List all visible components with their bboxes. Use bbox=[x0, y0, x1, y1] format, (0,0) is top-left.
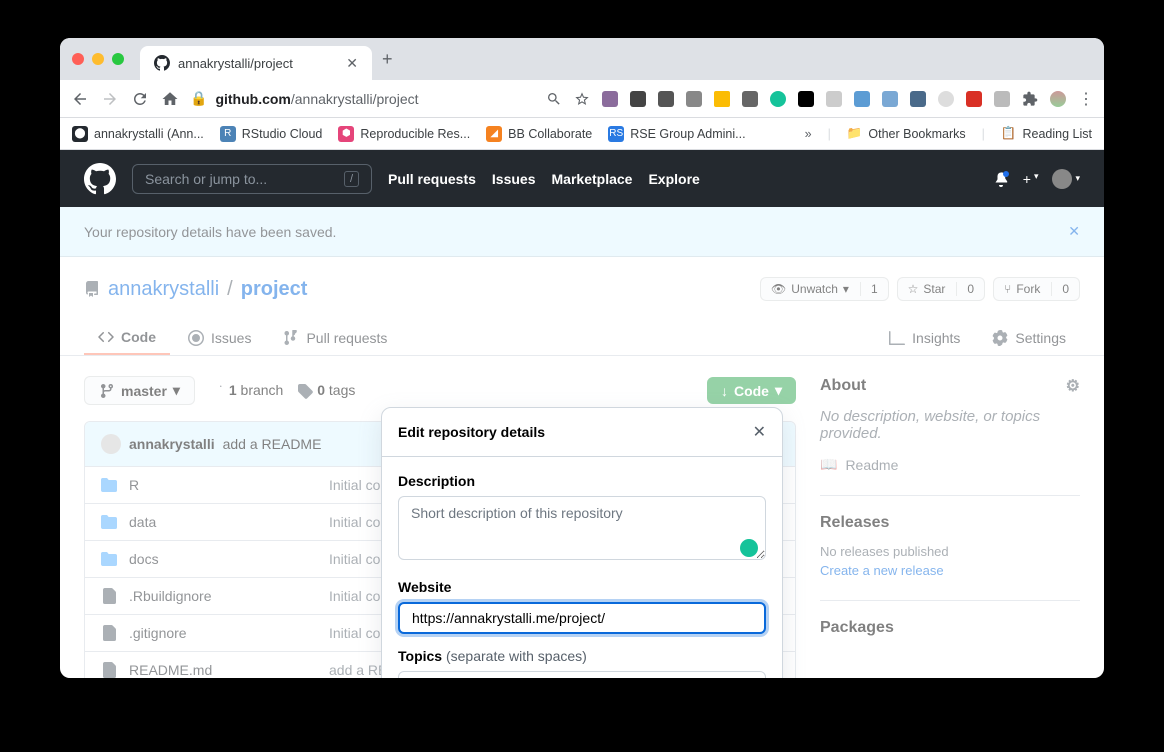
other-bookmarks[interactable]: 📁Other Bookmarks bbox=[847, 126, 966, 141]
description-label: Description bbox=[398, 473, 766, 489]
extension-icon[interactable] bbox=[742, 91, 758, 107]
extension-icon[interactable] bbox=[630, 91, 646, 107]
modal-title: Edit repository details bbox=[398, 424, 545, 440]
plus-dropdown[interactable]: +▾ bbox=[1023, 171, 1039, 187]
extension-icon[interactable] bbox=[770, 91, 786, 107]
slash-key-hint: / bbox=[344, 171, 359, 187]
topics-label: Topics (separate with spaces) bbox=[398, 648, 766, 664]
topics-input[interactable] bbox=[398, 671, 766, 678]
bookmarks-overflow[interactable]: » bbox=[805, 127, 812, 141]
extension-icon[interactable] bbox=[966, 91, 982, 107]
toolbar-extensions: ⋮ bbox=[546, 89, 1094, 109]
extension-icon[interactable] bbox=[686, 91, 702, 107]
description-input[interactable] bbox=[398, 496, 766, 560]
user-avatar-dropdown[interactable]: ▾ bbox=[1052, 169, 1080, 189]
chrome-toolbar: 🔒 github.com/annakrystalli/project ⋮ bbox=[60, 80, 1104, 118]
bookmark-item[interactable]: RSRSE Group Admini... bbox=[608, 126, 745, 142]
address-bar[interactable]: 🔒 github.com/annakrystalli/project bbox=[190, 90, 536, 107]
reading-list[interactable]: 📋Reading List bbox=[1001, 126, 1092, 141]
nav-pull-requests[interactable]: Pull requests bbox=[388, 171, 476, 187]
forward-button[interactable] bbox=[100, 89, 120, 109]
profile-avatar[interactable] bbox=[1050, 91, 1066, 107]
bookmarks-bar: ⬤annakrystalli (Ann... RRStudio Cloud ⬢R… bbox=[60, 118, 1104, 150]
extension-icon[interactable] bbox=[910, 91, 926, 107]
browser-tab[interactable]: annakrystalli/project ✕ bbox=[140, 46, 372, 80]
close-window-button[interactable] bbox=[72, 53, 84, 65]
tab-title: annakrystalli/project bbox=[178, 56, 293, 71]
window-controls bbox=[72, 53, 124, 65]
github-header: Search or jump to... / Pull requests Iss… bbox=[60, 150, 1104, 207]
extension-icon[interactable] bbox=[994, 91, 1010, 107]
new-tab-button[interactable]: + bbox=[382, 49, 393, 70]
close-tab-button[interactable]: ✕ bbox=[346, 55, 358, 72]
lock-icon: 🔒 bbox=[190, 90, 207, 107]
extensions-icon[interactable] bbox=[1022, 91, 1038, 107]
bookmark-item[interactable]: RRStudio Cloud bbox=[220, 126, 323, 142]
reload-button[interactable] bbox=[130, 89, 150, 109]
nav-explore[interactable]: Explore bbox=[648, 171, 699, 187]
extension-icon[interactable] bbox=[714, 91, 730, 107]
github-logo[interactable] bbox=[84, 163, 116, 195]
star-icon[interactable] bbox=[574, 91, 590, 107]
extension-icon[interactable] bbox=[658, 91, 674, 107]
extension-icon[interactable] bbox=[798, 91, 814, 107]
extension-icon[interactable] bbox=[882, 91, 898, 107]
notifications-icon[interactable] bbox=[993, 171, 1009, 187]
nav-issues[interactable]: Issues bbox=[492, 171, 536, 187]
github-search[interactable]: Search or jump to... / bbox=[132, 164, 372, 194]
back-button[interactable] bbox=[70, 89, 90, 109]
extension-icon[interactable] bbox=[854, 91, 870, 107]
website-label: Website bbox=[398, 579, 766, 595]
search-in-page-icon[interactable] bbox=[546, 91, 562, 107]
website-input[interactable] bbox=[398, 602, 766, 634]
github-nav: Pull requests Issues Marketplace Explore bbox=[388, 171, 700, 187]
minimize-window-button[interactable] bbox=[92, 53, 104, 65]
browser-window: annakrystalli/project ✕ + 🔒 github.com/a… bbox=[60, 38, 1104, 678]
nav-marketplace[interactable]: Marketplace bbox=[552, 171, 633, 187]
chrome-menu-icon[interactable]: ⋮ bbox=[1078, 89, 1094, 109]
url-text: github.com/annakrystalli/project bbox=[215, 91, 418, 107]
chrome-tab-strip: annakrystalli/project ✕ + bbox=[60, 38, 1104, 80]
extension-icon[interactable] bbox=[602, 91, 618, 107]
bookmark-item[interactable]: ◢BB Collaborate bbox=[486, 126, 592, 142]
modal-close-button[interactable]: ✕ bbox=[753, 422, 766, 442]
github-favicon bbox=[154, 55, 170, 71]
bookmark-item[interactable]: ⬢Reproducible Res... bbox=[338, 126, 470, 142]
extension-icon[interactable] bbox=[826, 91, 842, 107]
edit-repo-details-modal: Edit repository details ✕ Description We… bbox=[381, 407, 783, 678]
home-button[interactable] bbox=[160, 89, 180, 109]
maximize-window-button[interactable] bbox=[112, 53, 124, 65]
grammarly-icon[interactable] bbox=[740, 539, 758, 557]
bookmark-item[interactable]: ⬤annakrystalli (Ann... bbox=[72, 126, 204, 142]
extension-icon[interactable] bbox=[938, 91, 954, 107]
